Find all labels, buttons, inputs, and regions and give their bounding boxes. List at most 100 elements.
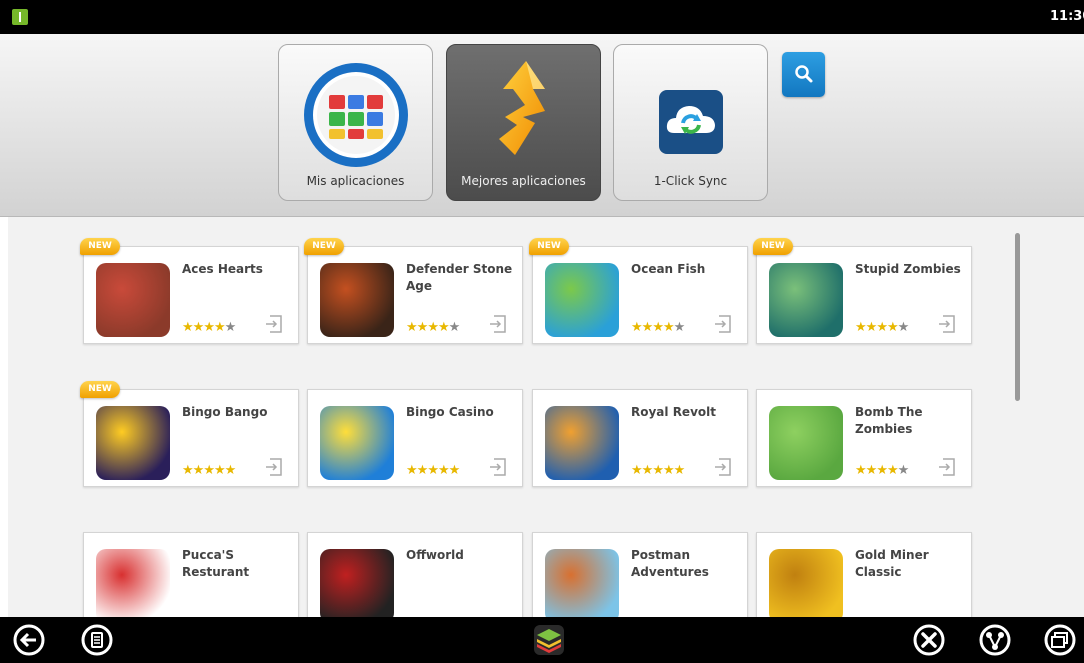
star-icon: ★: [673, 463, 686, 478]
bomb-the-zombies-icon: [769, 406, 843, 480]
star-icon: ★: [897, 320, 910, 335]
back-icon[interactable]: [12, 623, 46, 657]
bluestacks-home-icon[interactable]: [530, 621, 568, 659]
star-icon: ★: [876, 320, 888, 335]
menu-icon[interactable]: [80, 623, 114, 657]
star-icon: ★: [192, 463, 205, 478]
bluestacks-window: 11:30 Mis aplicaciones: [0, 0, 1084, 663]
star-icon: ★: [192, 320, 205, 335]
install-icon[interactable]: [488, 313, 508, 335]
app-title: Stupid Zombies: [855, 262, 961, 276]
scrollbar[interactable]: [1015, 233, 1020, 401]
app-card[interactable]: Stupid Zombies ★★★★★: [756, 246, 972, 344]
app-card[interactable]: Bingo Bango ★★★★★: [83, 389, 299, 487]
app-card[interactable]: Ocean Fish ★★★★★: [532, 246, 748, 344]
star-icon: ★: [437, 320, 450, 335]
star-rating: ★★★★★: [855, 320, 910, 335]
star-icon: ★: [855, 463, 867, 478]
app-title: Gold Miner Classic: [855, 548, 929, 579]
star-icon: ★: [448, 320, 461, 335]
star-icon: ★: [224, 463, 237, 478]
star-icon: ★: [897, 463, 910, 478]
stupid-zombies-icon: [769, 263, 843, 337]
star-icon: ★: [662, 320, 675, 335]
star-rating: ★★★★★: [631, 463, 686, 478]
app-title: Ocean Fish: [631, 262, 706, 276]
install-icon[interactable]: [264, 313, 284, 335]
star-icon: ★: [641, 463, 654, 478]
star-icon: ★: [865, 320, 878, 335]
install-icon[interactable]: [264, 456, 284, 478]
star-icon: ★: [652, 463, 664, 478]
app-card[interactable]: Postman Adventures: [532, 532, 748, 617]
defender-stone-age-icon: [320, 263, 394, 337]
star-icon: ★: [673, 320, 686, 335]
app-title: Aces Hearts: [182, 262, 263, 276]
star-icon: ★: [865, 463, 878, 478]
app-card[interactable]: Pucca'S Resturant: [83, 532, 299, 617]
star-rating: ★★★★★: [406, 320, 461, 335]
new-badge: NEW: [753, 238, 793, 255]
app-card[interactable]: Defender Stone Age ★★★★★: [307, 246, 523, 344]
app-title: Bingo Casino: [406, 405, 494, 419]
star-icon: ★: [631, 463, 643, 478]
aces-hearts-icon: [96, 263, 170, 337]
settings-icon[interactable]: [912, 623, 946, 657]
install-icon[interactable]: [937, 313, 957, 335]
install-icon[interactable]: [713, 313, 733, 335]
star-icon: ★: [652, 320, 664, 335]
app-card[interactable]: Royal Revolt ★★★★★: [532, 389, 748, 487]
star-icon: ★: [876, 463, 888, 478]
bingo-bango-icon: [96, 406, 170, 480]
new-badge: NEW: [529, 238, 569, 255]
star-icon: ★: [886, 320, 899, 335]
install-icon[interactable]: [713, 456, 733, 478]
app-card[interactable]: Bingo Casino ★★★★★: [307, 389, 523, 487]
new-badge: NEW: [304, 238, 344, 255]
star-icon: ★: [427, 463, 439, 478]
postman-adventures-icon: [545, 549, 619, 617]
install-icon[interactable]: [488, 456, 508, 478]
star-icon: ★: [448, 463, 461, 478]
star-icon: ★: [406, 463, 418, 478]
app-card[interactable]: Gold Miner Classic: [756, 532, 972, 617]
app-title: Bomb The Zombies: [855, 405, 923, 436]
star-icon: ★: [406, 320, 418, 335]
star-icon: ★: [886, 463, 899, 478]
star-icon: ★: [416, 320, 429, 335]
bingo-casino-icon: [320, 406, 394, 480]
star-icon: ★: [641, 320, 654, 335]
share-icon[interactable]: [978, 623, 1012, 657]
install-icon[interactable]: [937, 456, 957, 478]
app-title: Postman Adventures: [631, 548, 709, 579]
pucca-restaurant-icon: [96, 549, 170, 617]
offworld-icon: [320, 549, 394, 617]
star-rating: ★★★★★: [406, 463, 461, 478]
app-card[interactable]: Aces Hearts ★★★★★: [83, 246, 299, 344]
star-icon: ★: [437, 463, 450, 478]
star-rating: ★★★★★: [182, 320, 236, 335]
star-icon: ★: [662, 463, 675, 478]
app-title: Royal Revolt: [631, 405, 716, 419]
star-icon: ★: [182, 463, 194, 478]
star-rating: ★★★★★: [855, 463, 910, 478]
star-icon: ★: [427, 320, 439, 335]
new-badge: NEW: [80, 238, 120, 255]
star-rating: ★★★★★: [182, 463, 237, 478]
star-rating: ★★★★★: [631, 320, 686, 335]
gold-miner-classic-icon: [769, 549, 843, 617]
star-icon: ★: [182, 320, 194, 335]
bottom-navigation-bar: [0, 617, 1084, 663]
window-icon[interactable]: [1043, 623, 1077, 657]
star-icon: ★: [631, 320, 643, 335]
star-icon: ★: [855, 320, 867, 335]
royal-revolt-icon: [545, 406, 619, 480]
star-icon: ★: [213, 320, 226, 335]
app-card[interactable]: Offworld: [307, 532, 523, 617]
ocean-fish-icon: [545, 263, 619, 337]
star-icon: ★: [203, 320, 215, 335]
app-card-list: Aces Hearts ★★★★★ NEW Defender Stone Age ★★★…: [0, 0, 1084, 617]
app-title: Bingo Bango: [182, 405, 268, 419]
app-card[interactable]: Bomb The Zombies ★★★★★: [756, 389, 972, 487]
app-title: Pucca'S Resturant: [182, 548, 250, 579]
